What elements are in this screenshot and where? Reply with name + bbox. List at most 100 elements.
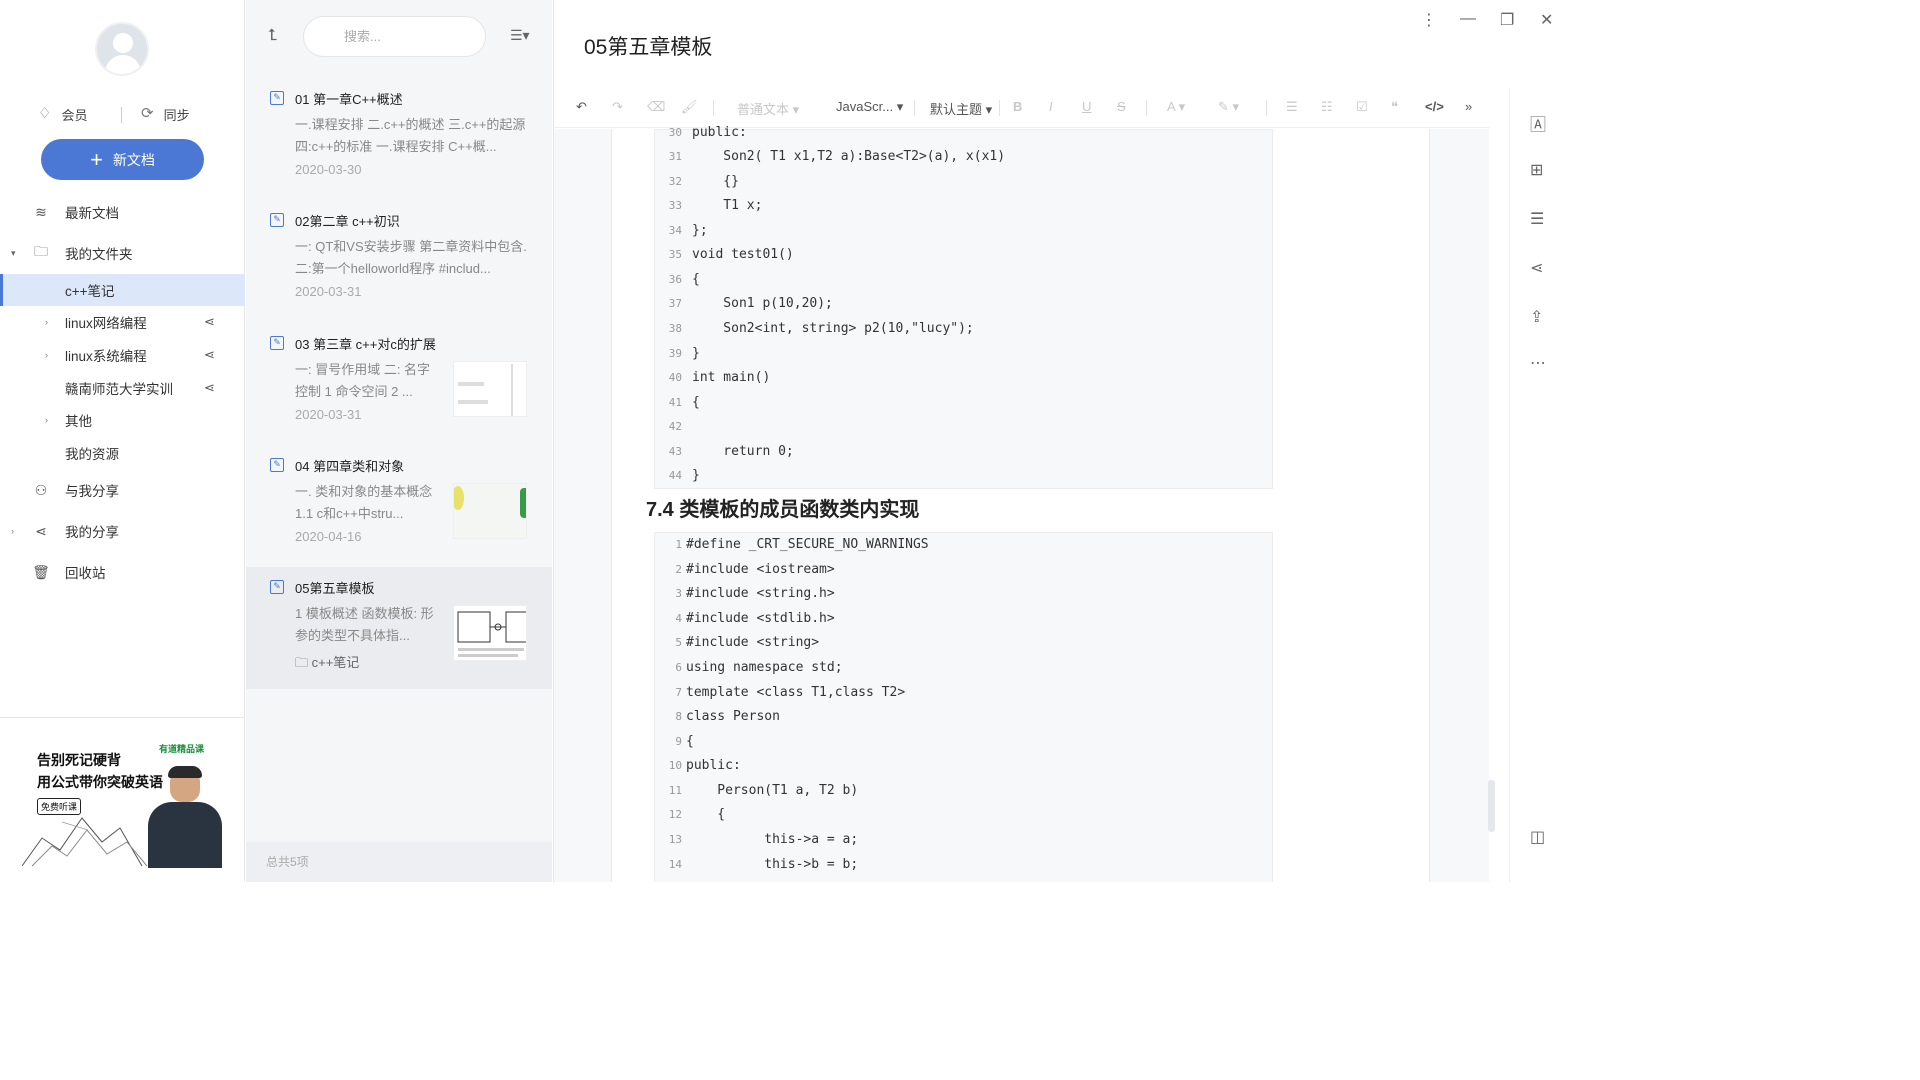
code-line: 14 this->b = b; <box>655 853 1274 878</box>
export-icon[interactable]: ⇪ <box>1530 307 1543 327</box>
code-language-select[interactable]: JavaScr... ▾ <box>836 99 903 115</box>
sidebar-item-shared-with-me[interactable]: ⚇ 与我分享 <box>0 474 245 506</box>
highlight-icon[interactable]: ✎ ▾ <box>1218 99 1239 115</box>
font-color-icon[interactable]: A ▾ <box>1167 99 1185 115</box>
code-text: T1 x; <box>692 198 763 213</box>
document-title[interactable]: 05第五章模板 <box>584 31 712 61</box>
sidebar-item-label: linux网络编程 <box>65 316 147 331</box>
more-tools-icon[interactable]: » <box>1465 99 1472 114</box>
list-view-icon[interactable]: ☰▾ <box>510 27 530 44</box>
back-up-icon[interactable]: ⮤ <box>268 27 277 45</box>
code-block[interactable]: 30 public: 31 Son2( T1 x1,T2 a):Base<T2>(… <box>654 125 1274 489</box>
eraser-icon[interactable]: ⌫ <box>647 99 665 115</box>
code-language-label: JavaScr... <box>836 99 894 114</box>
sidebar-item-cpp-notes[interactable]: c++笔记 <box>0 274 245 306</box>
bold-icon[interactable]: B <box>1013 99 1022 114</box>
code-line: 7 template <class T1,class T2> <box>655 681 1274 706</box>
scrollbar[interactable] <box>1488 780 1495 832</box>
code-theme-label: 默认主题 <box>930 102 983 117</box>
note-date: 2020-04-16 <box>295 529 362 544</box>
undo-icon[interactable]: ↶ <box>576 99 587 115</box>
note-count: 总共5项 <box>246 842 552 882</box>
toggle-panel-icon[interactable]: ◫ <box>1530 827 1545 847</box>
line-number: 39 <box>668 347 682 360</box>
sidebar-item-label: c++笔记 <box>65 284 115 299</box>
insert-icon[interactable]: ⊞ <box>1530 160 1543 180</box>
code-line: 43 return 0; <box>655 440 1274 465</box>
sidebar-item-linux-net[interactable]: › linux网络编程 ⋖ <box>0 306 245 338</box>
note-icon: ✎ <box>270 91 284 105</box>
more-horizontal-icon[interactable]: ⋯ <box>1530 353 1546 373</box>
new-document-button[interactable]: + 新文档 <box>41 139 204 180</box>
sidebar-item-linux-sys[interactable]: › linux系统编程 ⋖ <box>0 339 245 371</box>
trash-icon: 🗑 <box>32 563 50 580</box>
format-painter-icon[interactable]: 🖌 <box>681 99 698 115</box>
code-text: #include <string.h> <box>686 586 835 601</box>
code-text: #include <stdlib.h> <box>686 611 835 626</box>
text-format-icon[interactable]: 🄰 <box>1530 111 1546 135</box>
share-icon[interactable]: ⋖ <box>1530 258 1543 278</box>
code-line: 31 Son2( T1 x1,T2 a):Base<T2>(a), x(x1) <box>655 145 1274 170</box>
list-item[interactable]: ✎ 01 第一章C++概述 一.课程安排 二.c++的概述 三.c++的起源 四… <box>246 78 552 200</box>
code-theme-select[interactable]: 默认主题 ▾ <box>930 99 992 118</box>
code-block[interactable]: 1 #define _CRT_SECURE_NO_WARNINGS 2 #inclu… <box>654 532 1273 882</box>
sidebar-item-gnnu[interactable]: 赣南师范大学实训 ⋖ <box>0 372 245 404</box>
ad-brand: 有道精品课 <box>159 744 205 754</box>
caret-right-icon[interactable]: › <box>11 526 14 536</box>
divider <box>0 717 245 718</box>
sidebar-item-my-shares[interactable]: › ⋖ 我的分享 <box>0 515 245 547</box>
code-text: { <box>692 395 700 410</box>
list-item[interactable]: ✎ 03 第三章 c++对c的扩展 一: 冒号作用域 二: 名字控制 1 命令空… <box>246 323 552 445</box>
redo-icon[interactable]: ↷ <box>612 99 623 115</box>
diamond-icon: ♢ <box>38 105 52 122</box>
sidebar-item-my-resources[interactable]: 我的资源 <box>0 437 245 469</box>
search-input[interactable]: 搜索... <box>303 16 486 57</box>
list-item[interactable]: ✎ 04 第四章类和对象 一. 类和对象的基本概念 1.1 c和c++中stru… <box>246 445 552 567</box>
restore-icon[interactable]: ❐ <box>1500 10 1514 30</box>
paragraph-style-select[interactable]: 普通文本 ▾ <box>737 99 799 118</box>
bullet-list-icon[interactable]: ☰ <box>1286 99 1298 115</box>
close-icon[interactable]: ✕ <box>1540 10 1553 30</box>
code-text: int main() <box>692 370 771 385</box>
vip-link[interactable]: ♢ 会员 <box>38 104 87 124</box>
code-text: }; <box>692 223 708 238</box>
section-heading[interactable]: 7.4 类模板的成员函数类内实现 <box>646 493 919 522</box>
code-text: { <box>686 807 726 822</box>
sync-link[interactable]: ⟳ 同步 <box>141 104 190 124</box>
sidebar-item-my-folders[interactable]: ▾ 🗀 我的文件夹 <box>0 237 245 269</box>
code-text: this->b = b; <box>686 857 859 872</box>
line-number: 2 <box>675 563 682 576</box>
sidebar-item-recent[interactable]: ≋ 最新文档 <box>0 196 245 228</box>
line-number: 43 <box>668 445 682 458</box>
list-item[interactable]: ✎ 02第二章 c++初识 一: QT和VS安装步骤 第二章资料中包含. 二:第… <box>246 200 552 322</box>
code-text: using namespace std; <box>686 660 843 675</box>
line-number: 30 <box>668 126 682 139</box>
line-number: 11 <box>668 784 682 797</box>
list-item-active[interactable]: ✎ 05第五章模板 1 模板概述 函数模板: 形参的类型不具体指... 🗀 c+… <box>246 567 552 689</box>
ad-banner[interactable]: 有道精品课 告别死记硬背 用公式带你突破英语 免费听课 <box>22 738 222 868</box>
sidebar-item-other[interactable]: › 其他 <box>0 404 245 436</box>
strikethrough-icon[interactable]: S <box>1117 99 1126 114</box>
minimize-icon[interactable]: — <box>1460 10 1476 28</box>
quote-icon[interactable]: ❝ <box>1391 99 1398 115</box>
numbered-list-icon[interactable]: ☷ <box>1321 99 1333 115</box>
code-line: 44} <box>655 464 1274 489</box>
caret-down-icon[interactable]: ▾ <box>11 248 16 259</box>
sidebar: ♢ 会员 ⟳ 同步 + 新文档 ≋ 最新文档 ▾ 🗀 我的文件夹 c++笔记 › <box>0 0 245 882</box>
more-vertical-icon[interactable]: ⋮ <box>1421 10 1437 30</box>
code-text: public: <box>692 125 747 140</box>
caret-right-icon[interactable]: › <box>45 317 48 327</box>
code-line: 5 #include <string> <box>655 631 1274 656</box>
ad-free-lesson-button[interactable]: 免费听课 <box>37 798 82 815</box>
sidebar-item-trash[interactable]: 🗑 回收站 <box>0 556 245 588</box>
underline-icon[interactable]: U <box>1082 99 1091 114</box>
code-block-icon[interactable]: </> <box>1425 99 1444 114</box>
checklist-icon[interactable]: ☑ <box>1356 99 1368 115</box>
outline-icon[interactable]: ☰ <box>1530 209 1544 229</box>
caret-right-icon[interactable]: › <box>45 350 48 360</box>
italic-icon[interactable]: I <box>1049 99 1053 114</box>
avatar[interactable] <box>95 22 149 76</box>
line-number: 44 <box>668 469 682 482</box>
caret-right-icon[interactable]: › <box>45 415 48 425</box>
code-line: 4 #include <stdlib.h> <box>655 607 1274 632</box>
